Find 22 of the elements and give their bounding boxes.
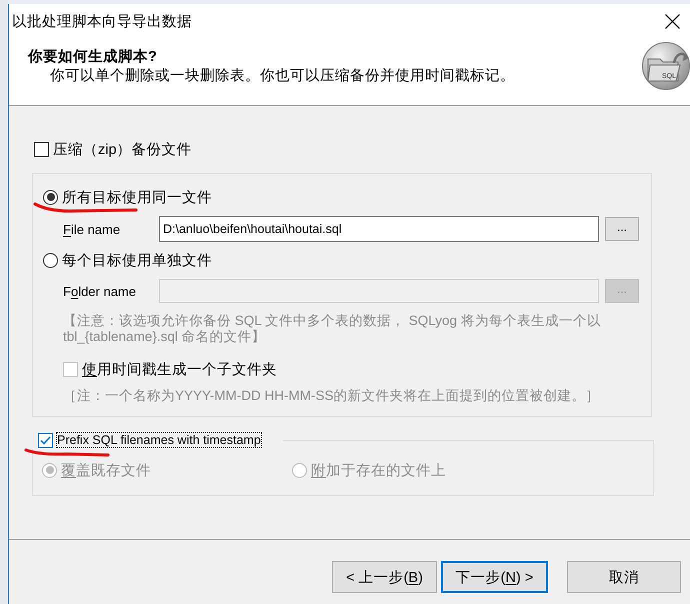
wizard-button[interactable]: < 上一步(B) [332,561,437,593]
option-note: 【注意：该选项允许你备份 SQL 文件中多个表的数据， SQLyog 将为每个表生成一个以 tbl_{tablename}.sql 命名的文件】 [63,313,602,345]
path-input-field[interactable]: D:\anluo\beifen\houtai\houtai.sql [159,216,599,242]
field-label: File name [63,222,122,236]
checkbox-label[interactable]: 压缩（zip）备份文件 [53,140,192,158]
radio-button[interactable] [43,190,58,204]
wizard-button[interactable]: 取消 [567,561,681,593]
radio-button[interactable] [43,252,58,268]
step-title: 你要如何生成脚本? [28,48,158,66]
checkbox[interactable] [38,432,53,448]
step-description: 你可以单个删除或一块删除表。你也可以压缩备份并使用时间戳标记。 [49,67,515,85]
checkbox[interactable] [34,142,49,156]
wizard-button[interactable]: 下一步(N) > [441,561,548,593]
checkmark-icon [40,436,51,444]
window-title: 以批处理脚本向导导出数据 [12,12,192,30]
subfolder-note: ［注：一个名称为YYYY-MM-DD HH-MM-SS的新文件夹将在上面提到的位置被创建。］ [63,388,600,404]
radio-label[interactable]: 每个目标使用单独文件 [62,250,212,270]
checkbox-label[interactable]: Prefix SQL filenames with timestamp [57,433,261,447]
close-icon [664,14,680,28]
field-label: Folder name [63,284,137,298]
browse-button[interactable]: ... [605,217,639,241]
radio-label[interactable]: 所有目标使用同一文件 [62,188,212,206]
